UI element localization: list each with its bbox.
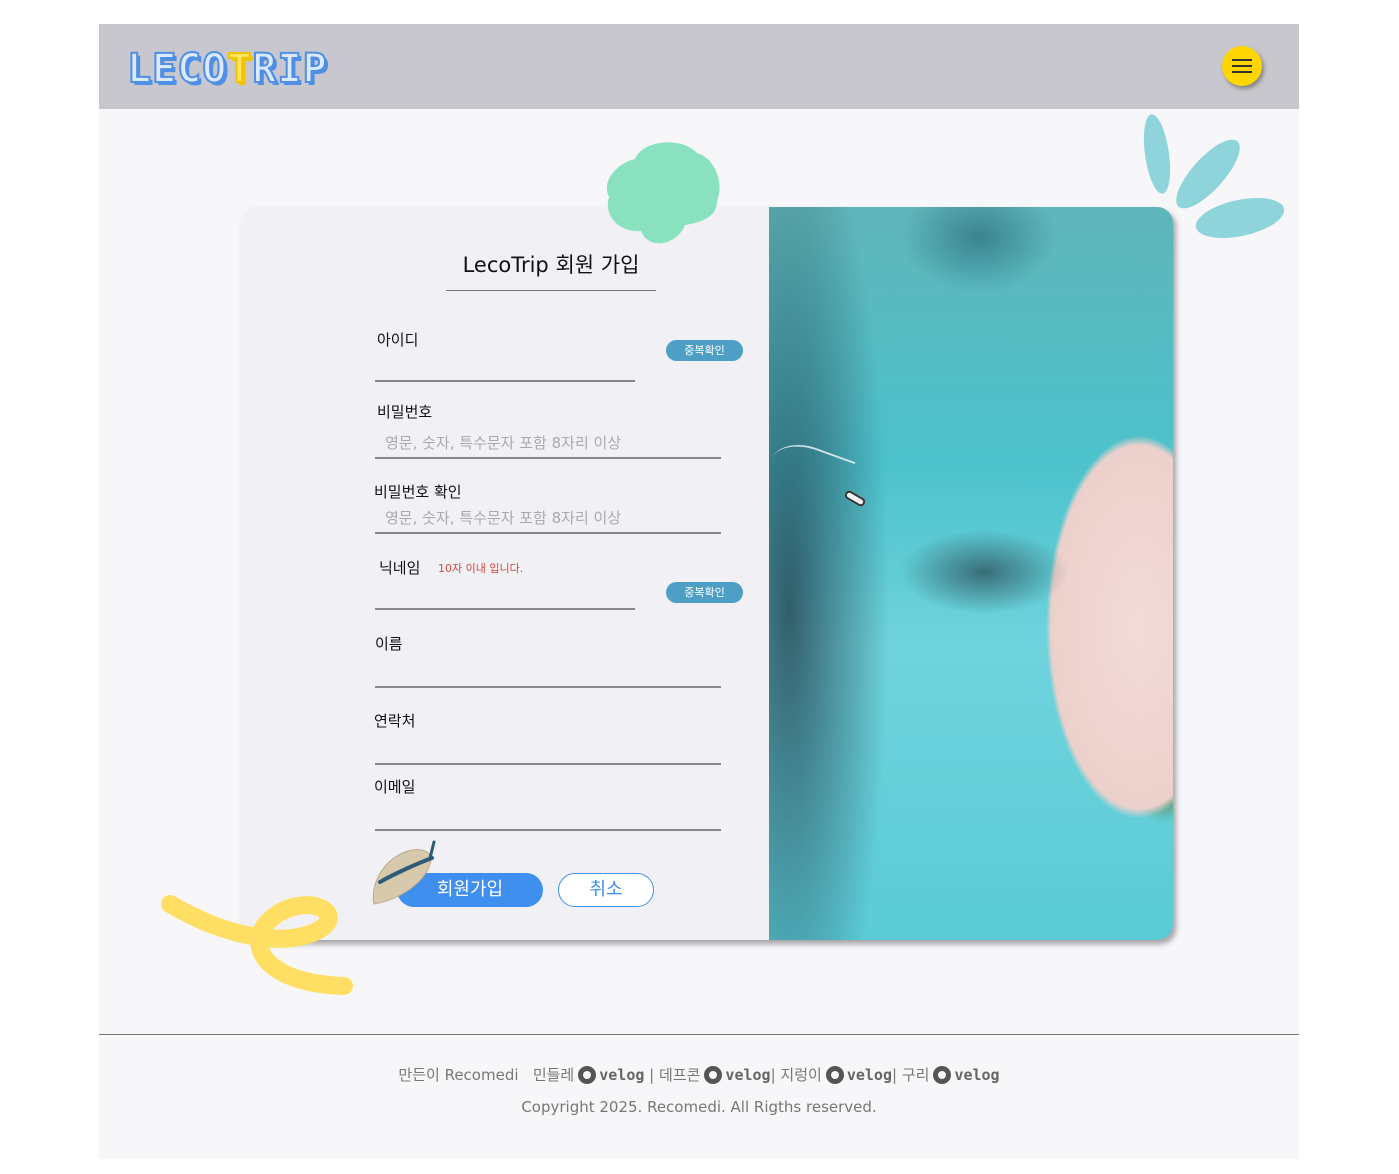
- logo-tail: RIP: [251, 45, 328, 93]
- member-name: 지렁이: [780, 1066, 822, 1084]
- email-label: 이메일: [374, 778, 416, 796]
- id-field[interactable]: [375, 352, 635, 382]
- phone-field[interactable]: [375, 735, 721, 765]
- velog-link[interactable]: velog: [725, 1066, 770, 1084]
- velog-link[interactable]: velog: [847, 1066, 892, 1084]
- footer-divider: [99, 1034, 1299, 1035]
- hamburger-icon[interactable]: [1222, 46, 1262, 86]
- nickname-hint: 10자 이내 입니다.: [438, 562, 524, 575]
- id-duplicate-check-button[interactable]: 중복확인: [666, 340, 743, 361]
- beach-aerial-photo: [762, 207, 1173, 940]
- header: LECOTRIP: [99, 24, 1299, 109]
- member-name: 민들레: [532, 1066, 575, 1084]
- menu-bar: [1232, 65, 1252, 67]
- logo-accent: T: [226, 45, 253, 93]
- copyright: Copyright 2025. Recomedi. All Rigths res…: [521, 1098, 877, 1116]
- squiggle-icon: [161, 895, 353, 995]
- password-field[interactable]: [375, 429, 721, 459]
- menu-bar: [1232, 71, 1252, 73]
- phone-label: 연락처: [374, 712, 416, 730]
- github-icon[interactable]: [933, 1066, 952, 1084]
- nickname-duplicate-check-button[interactable]: 중복확인: [666, 582, 743, 603]
- boat: [843, 489, 867, 508]
- boat-wake: [762, 434, 856, 512]
- github-icon[interactable]: [578, 1066, 597, 1084]
- member-name: 데프콘: [659, 1066, 701, 1084]
- password-confirm-label: 비밀번호 확인: [374, 483, 462, 501]
- github-icon[interactable]: [825, 1066, 844, 1084]
- nickname-label: 닉네임: [379, 559, 421, 577]
- footer-made-by: 만든이 Recomedi: [398, 1066, 519, 1084]
- logo[interactable]: LECOTRIP: [126, 45, 328, 93]
- password-label: 비밀번호: [377, 403, 433, 421]
- footer-credits: 만든이 Recomedi 민들레 velog | 데프콘 velog| 지렁이 vel…: [99, 1064, 1299, 1085]
- cancel-button[interactable]: 취소: [558, 873, 654, 907]
- logo-main: LECO: [126, 45, 228, 93]
- flower-blob-icon: [606, 142, 720, 244]
- separator: |: [770, 1066, 776, 1084]
- password-confirm-field[interactable]: [375, 504, 721, 534]
- email-field[interactable]: [375, 801, 721, 831]
- github-icon[interactable]: [704, 1066, 723, 1084]
- menu-bar: [1232, 59, 1252, 61]
- separator: |: [649, 1066, 655, 1084]
- title-underline: [446, 290, 656, 291]
- velog-link[interactable]: velog: [599, 1066, 644, 1084]
- velog-link[interactable]: velog: [954, 1066, 999, 1084]
- name-label: 이름: [375, 635, 403, 653]
- hat-icon: [372, 840, 436, 905]
- member-name: 구리: [901, 1066, 930, 1084]
- name-field[interactable]: [375, 658, 721, 688]
- id-label: 아이디: [377, 331, 419, 349]
- separator: |: [891, 1066, 898, 1084]
- leaves-icon: [1143, 114, 1285, 238]
- signup-card: LecoTrip 회원 가입 아이디 중복확인 비밀번호 비밀번호 확인 닉네임…: [241, 207, 1173, 940]
- nickname-field[interactable]: [375, 580, 635, 610]
- page-title: LecoTrip 회원 가입: [462, 253, 640, 277]
